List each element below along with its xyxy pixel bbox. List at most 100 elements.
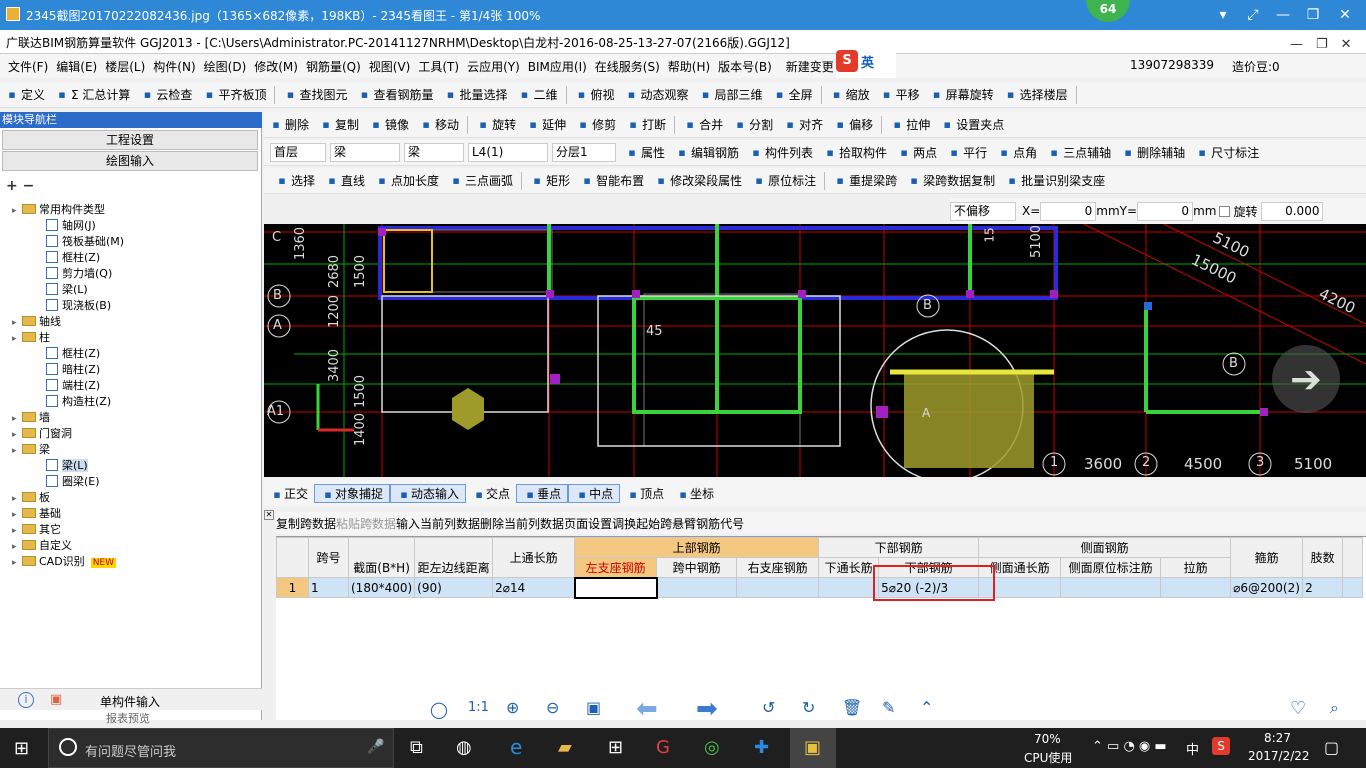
snap-button-0[interactable]: ▪ 正交 — [264, 485, 314, 502]
grid-tool-6[interactable]: 悬臂钢筋代号 — [672, 515, 744, 532]
y-input[interactable]: 0 — [1137, 201, 1194, 221]
menu-item-6[interactable]: 钢筋量(Q) — [302, 58, 365, 75]
table-row[interactable]: 1 1 (180*400) (90) 2⌀14 5⌀20 (-2)/3 ⌀6@2… — [276, 576, 1364, 599]
zoom-in-icon[interactable]: ⊕ — [506, 698, 519, 717]
menu-item-9[interactable]: 云应用(Y) — [463, 58, 524, 75]
tab-project-settings[interactable]: 工程设置 — [2, 130, 258, 150]
expand-icon[interactable]: ▸ — [12, 491, 22, 507]
zoom-out-icon[interactable]: ⊖ — [546, 698, 559, 717]
tb4-button-0[interactable]: ▪ 选择 — [270, 172, 320, 189]
tray-icons[interactable]: ⌃ ▭ ◔ ◉ ▬ — [1092, 739, 1167, 754]
active-viewer-task[interactable]: ▣ — [790, 728, 836, 768]
tb3-button-7[interactable]: ▪ 三点辅轴 — [1042, 144, 1116, 161]
tree-node[interactable]: 轴网(J) — [46, 218, 96, 234]
expand-icon[interactable]: ▸ — [12, 443, 22, 459]
cell-right-support[interactable] — [736, 577, 820, 598]
new-change-button[interactable]: 新建变更 — [782, 58, 838, 75]
tree-node[interactable]: ▸ 门窗洞 — [12, 426, 72, 442]
cell-mid-span[interactable] — [656, 577, 738, 598]
tb1-button-7[interactable]: ▪ 二维 — [513, 86, 563, 103]
angle-input[interactable]: 0.000 — [1261, 201, 1324, 221]
rotate-left-icon[interactable]: ↺ — [762, 698, 775, 717]
viewer-badge[interactable]: 64 — [1086, 0, 1130, 22]
x-input[interactable]: 0 — [1040, 201, 1097, 221]
tb3-button-5[interactable]: ▪ 平行 — [942, 144, 992, 161]
expand-icon[interactable]: ▸ — [12, 539, 22, 555]
menu-item-1[interactable]: 编辑(E) — [52, 58, 101, 75]
snap-button-3[interactable]: ▪ 交点 — [466, 485, 516, 502]
tb4-button-7[interactable]: ▪ 原位标注 — [747, 172, 821, 189]
cell-bottom-through[interactable] — [818, 577, 880, 598]
tab-drawing-input[interactable]: 绘图输入 — [2, 151, 258, 171]
cell-tie[interactable] — [1160, 577, 1232, 598]
tree-node[interactable]: ▸ 基础 — [12, 506, 61, 522]
user-phone[interactable]: 13907298339 — [1130, 58, 1214, 72]
tb2-button-11[interactable]: ▪ 偏移 — [828, 116, 878, 133]
snap-button-7[interactable]: ▪ 坐标 — [670, 485, 720, 502]
grid-tool-3[interactable]: 删除当前列数据 — [480, 515, 564, 532]
tb2-button-5[interactable]: ▪ 延伸 — [521, 116, 571, 133]
offset-select[interactable]: 不偏移 — [950, 201, 1016, 221]
select-member[interactable]: L4(1) — [468, 143, 548, 162]
report-preview[interactable]: 报表预览 — [106, 710, 150, 726]
fit-icon[interactable]: ▣ — [586, 698, 601, 717]
cell-dist[interactable]: (90) — [414, 577, 494, 598]
browser-e-icon[interactable]: ◍ — [456, 737, 472, 758]
tb3-button-8[interactable]: ▪ 删除辅轴 — [1116, 144, 1190, 161]
tb2-button-1[interactable]: ▪ 复制 — [314, 116, 364, 133]
cell-side-mark[interactable] — [1060, 577, 1162, 598]
tb3-button-6[interactable]: ▪ 点角 — [992, 144, 1042, 161]
menu-item-10[interactable]: BIM应用(I) — [524, 58, 591, 75]
tb2-button-0[interactable]: ▪ 删除 — [264, 116, 314, 133]
delete-icon[interactable]: 🗑 — [842, 698, 862, 717]
select-type2[interactable]: 梁 — [404, 143, 464, 162]
expand-collapse-icons[interactable]: + − — [6, 178, 34, 194]
select-type1[interactable]: 梁 — [330, 143, 400, 162]
tb1-button-8[interactable]: ▪ 俯视 — [570, 86, 620, 103]
ime-tray[interactable]: 中 — [1186, 739, 1199, 758]
tree-node[interactable]: 端柱(Z) — [46, 378, 100, 394]
mouse-icon[interactable]: ◯ — [430, 700, 448, 719]
tb3-button-0[interactable]: ▪ 属性 — [620, 144, 670, 161]
menu-item-8[interactable]: 工具(T) — [414, 58, 463, 75]
tb1-button-6[interactable]: ▪ 批量选择 — [438, 86, 512, 103]
menu-item-3[interactable]: 构件(N) — [149, 58, 199, 75]
select-layer[interactable]: 分层1 — [552, 143, 616, 162]
tree-node[interactable]: ▸ 柱 — [12, 330, 50, 346]
expand-icon[interactable]: ▸ — [12, 411, 22, 427]
grid-tool-5[interactable]: 调换起始跨 — [612, 515, 672, 532]
tree-node[interactable]: ▸ 其它 — [12, 522, 61, 538]
cell-left-support[interactable] — [573, 576, 658, 599]
search-image-icon[interactable]: ⌕ — [1330, 698, 1339, 718]
grid-tool-0[interactable]: 复制跨数据 — [276, 515, 336, 532]
tb4-button-5[interactable]: ▪ 智能布置 — [575, 172, 649, 189]
tb1-button-11[interactable]: ▪ 全屏 — [768, 86, 818, 103]
cell-top-through[interactable]: 2⌀14 — [492, 577, 576, 598]
tree-node[interactable]: 剪力墙(Q) — [46, 266, 112, 282]
tree-node[interactable]: ▸ CAD识别 NEW — [12, 554, 117, 570]
tb4-button-1[interactable]: ▪ 直线 — [320, 172, 370, 189]
tree-node[interactable]: ▸ 墙 — [12, 410, 50, 426]
tree-node[interactable]: ▸ 板 — [12, 490, 50, 506]
tb4-button-6[interactable]: ▪ 修改梁段属性 — [649, 172, 747, 189]
tb3-button-4[interactable]: ▪ 两点 — [892, 144, 942, 161]
edit-icon[interactable]: ✎ — [882, 698, 895, 717]
grid-tool-4[interactable]: 页面设置 — [564, 515, 612, 532]
tree-node[interactable]: 框柱(Z) — [46, 346, 100, 362]
app-g-icon[interactable]: G — [656, 737, 670, 758]
tb1-button-5[interactable]: ▪ 查看钢筋量 — [352, 86, 438, 103]
single-member-input[interactable]: 单构件输入 — [100, 693, 160, 710]
tb1-button-1[interactable]: ▪ Σ 汇总计算 — [50, 86, 135, 103]
cell-section[interactable]: (180*400) — [347, 577, 416, 598]
app-window-controls[interactable]: — ❐ ✕ — [1290, 33, 1360, 52]
snap-button-6[interactable]: ▪ 顶点 — [620, 485, 670, 502]
tb2-button-4[interactable]: ▪ 旋转 — [471, 116, 521, 133]
task-view-icon[interactable]: ⧉ — [410, 737, 423, 758]
notification-icon[interactable]: ▢ — [1324, 738, 1339, 757]
cell-stirrup[interactable]: ⌀6@200(2) — [1230, 577, 1304, 598]
actual-size-icon[interactable]: 1:1 — [468, 700, 489, 715]
tb2-button-9[interactable]: ▪ 分割 — [728, 116, 778, 133]
tree-node[interactable]: 现浇板(B) — [46, 298, 111, 314]
tree-node[interactable]: 梁(L) — [46, 458, 88, 474]
sogou-ime-bar[interactable]: S 英 — [836, 44, 896, 78]
